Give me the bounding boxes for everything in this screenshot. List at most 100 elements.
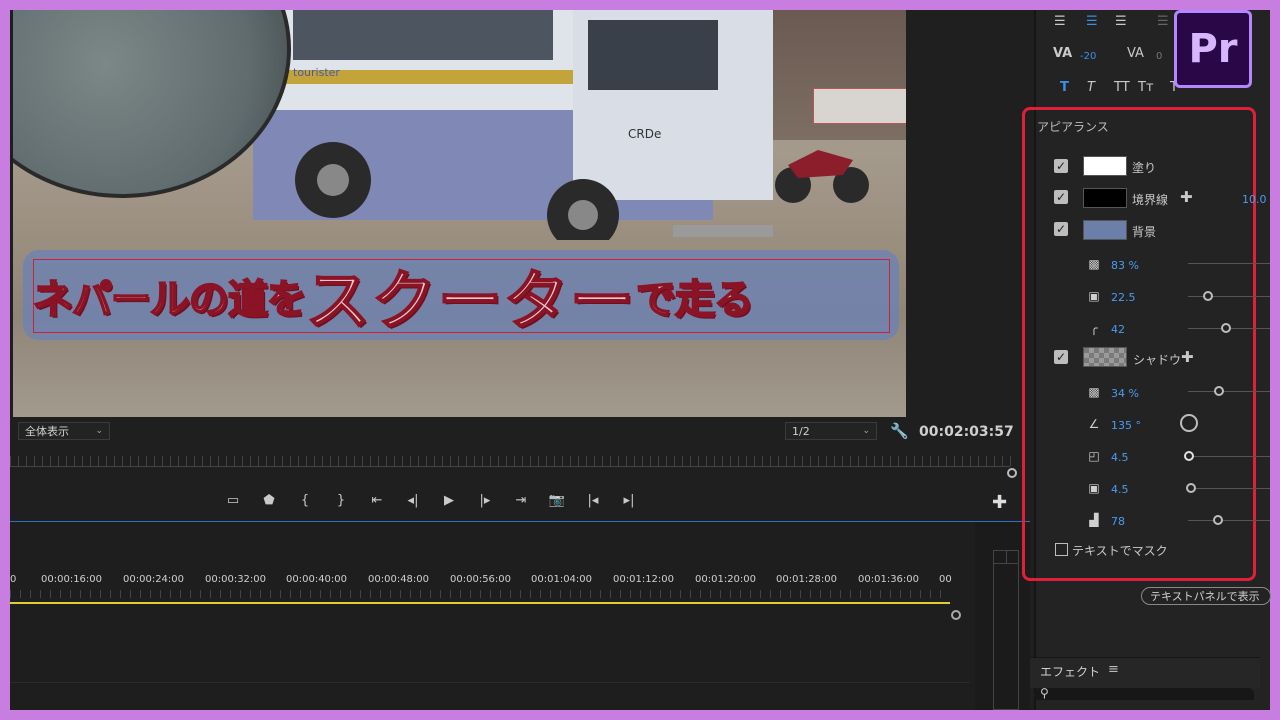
italic-button[interactable]: T (1087, 80, 1095, 95)
hamburger-menu-icon[interactable]: ≡ (1108, 662, 1119, 677)
shadow-angle-value[interactable]: 135 ° (1111, 419, 1141, 432)
shop-sign (813, 88, 906, 124)
tracking-icon: VA (1053, 46, 1073, 61)
shadow-blur-value[interactable]: 78 (1111, 515, 1125, 528)
background-opacity-slider[interactable] (1188, 263, 1270, 264)
corner-radius-value[interactable]: 42 (1111, 323, 1125, 336)
wrench-icon[interactable]: 🔧 (890, 422, 909, 440)
resolution-select[interactable]: 1/2 ⌄ (785, 422, 877, 440)
kerning-value[interactable]: 0 (1156, 51, 1162, 62)
background-color-swatch[interactable] (1083, 220, 1127, 240)
mask-with-text-label: テキストでマスク (1072, 544, 1168, 558)
timeline-ruler-label: 00:01:36:00 (858, 574, 920, 585)
shadow-angle-icon: ∠ (1088, 417, 1100, 431)
export-frame-icon[interactable]: 📷 (539, 490, 575, 510)
monitor-ruler-line (10, 466, 1010, 467)
all-caps-button[interactable]: TT (1114, 80, 1130, 95)
background-checkbox[interactable]: ✓ (1054, 222, 1068, 236)
bold-button[interactable]: T (1060, 80, 1069, 95)
shadow-distance-value[interactable]: 4.5 (1111, 451, 1129, 464)
go-to-in-icon[interactable]: ⇤ (359, 490, 395, 510)
shadow-distance-icon: ◰ (1088, 449, 1100, 463)
shadow-opacity-slider[interactable] (1188, 391, 1270, 392)
opacity-icon: ▩ (1088, 257, 1100, 271)
timeline-ruler-label: 00:01:28:00 (776, 574, 838, 585)
svg-text:tourister: tourister (293, 66, 340, 79)
tracking-value[interactable]: -20 (1080, 51, 1096, 62)
resolution-value: 1/2 (792, 424, 810, 438)
motorbike-image (775, 150, 869, 203)
effects-panel-title[interactable]: エフェクト (1040, 663, 1100, 680)
align-center-icon[interactable]: ☰ (1086, 14, 1098, 29)
shadow-color-swatch[interactable] (1083, 347, 1127, 367)
shadow-blur-slider[interactable] (1188, 520, 1270, 521)
mark-in-icon[interactable]: { (287, 490, 323, 510)
go-to-out-icon[interactable]: ⇥ (503, 490, 539, 510)
timeline-ruler-label: 00:00:16:00 (41, 574, 103, 585)
align-right-icon[interactable]: ☰ (1115, 14, 1127, 29)
mask-with-text-checkbox[interactable] (1055, 543, 1068, 556)
button-editor-plus-icon[interactable]: ✚ (992, 492, 1007, 513)
play-icon[interactable]: ▶ (431, 490, 467, 510)
shadow-opacity-value[interactable]: 34 % (1111, 387, 1139, 400)
timeline-ruler-label: 0 (10, 574, 17, 585)
shadow-label: シャドウ (1133, 353, 1182, 367)
timeline-ruler-label: 00 (939, 574, 952, 585)
timeline-ruler-label: 00:01:04:00 (531, 574, 593, 585)
bus-image: tourister CRDe (253, 10, 773, 240)
extract-icon[interactable]: ▸| (611, 490, 647, 510)
stroke-width-value[interactable]: 10.0 (1242, 193, 1267, 206)
shadow-checkbox[interactable]: ✓ (1054, 350, 1068, 364)
playhead-timecode[interactable]: 00:02:03:57 (919, 424, 1014, 440)
effects-search-input[interactable] (1034, 688, 1254, 700)
monitor-zoom-handle[interactable] (1007, 468, 1017, 478)
corner-radius-knob[interactable] (1221, 323, 1231, 333)
stroke-label: 境界線 (1132, 193, 1169, 207)
background-size-slider[interactable] (1188, 296, 1270, 297)
kerning-icon: VA (1127, 46, 1144, 61)
fill-color-swatch[interactable] (1083, 156, 1127, 176)
shadow-size-slider[interactable] (1188, 488, 1270, 489)
work-area-bar[interactable] (10, 602, 950, 604)
justify-icon[interactable]: ☰ (1157, 14, 1169, 29)
program-monitor-video[interactable]: tourister CRDe ネパールの道を スクーター で走る (13, 10, 906, 417)
show-in-text-panel-button[interactable]: テキストパネルで表示 (1141, 587, 1271, 605)
timeline-ruler-label: 00:00:24:00 (123, 574, 185, 585)
shadow-size-value[interactable]: 4.5 (1111, 483, 1129, 496)
shadow-size-knob[interactable] (1186, 483, 1196, 493)
stroke-checkbox[interactable]: ✓ (1054, 190, 1068, 204)
mark-out-icon[interactable]: } (323, 490, 359, 510)
fill-checkbox[interactable]: ✓ (1054, 159, 1068, 173)
background-opacity-value[interactable]: 83 % (1111, 259, 1139, 272)
marker-icon[interactable]: ⬟ (251, 490, 287, 510)
shadow-distance-slider[interactable] (1188, 456, 1270, 457)
search-icon: ⚲ (1040, 686, 1049, 700)
lift-icon[interactable]: |◂ (575, 490, 611, 510)
align-left-icon[interactable]: ☰ (1054, 14, 1066, 29)
shadow-angle-dial[interactable] (1180, 414, 1198, 432)
stroke-color-swatch[interactable] (1083, 188, 1127, 208)
step-forward-icon[interactable]: |▸ (467, 490, 503, 510)
shadow-blur-knob[interactable] (1213, 515, 1223, 525)
small-caps-button[interactable]: Tт (1138, 80, 1154, 95)
appearance-highlight (1022, 107, 1256, 581)
audio-meter (993, 550, 1019, 710)
timeline-ruler-label: 00:00:32:00 (205, 574, 267, 585)
caption-part-2: スクーター (305, 264, 636, 340)
shadow-distance-knob[interactable] (1184, 451, 1194, 461)
add-stroke-plus-icon[interactable]: ✚ (1180, 188, 1193, 206)
svg-text:CRDe: CRDe (628, 127, 661, 141)
add-shadow-plus-icon[interactable]: ✚ (1181, 348, 1194, 366)
timeline-ruler-ticks[interactable] (10, 590, 950, 598)
caption-text[interactable]: ネパールの道を スクーター で走る (32, 254, 891, 340)
timeline-zoom-handle[interactable] (951, 610, 961, 620)
monitor-time-ruler[interactable] (10, 456, 1018, 466)
background-size-knob[interactable] (1203, 291, 1213, 301)
timeline-ruler-label: 00:01:20:00 (695, 574, 757, 585)
zoom-select[interactable]: 全体表示 ⌄ (18, 422, 110, 440)
mark-in-frame-icon[interactable]: ▭ (215, 490, 251, 510)
background-size-value[interactable]: 22.5 (1111, 291, 1136, 304)
shadow-opacity-knob[interactable] (1214, 386, 1224, 396)
corner-radius-icon: ╭ (1090, 321, 1098, 335)
step-back-icon[interactable]: ◂| (395, 490, 431, 510)
